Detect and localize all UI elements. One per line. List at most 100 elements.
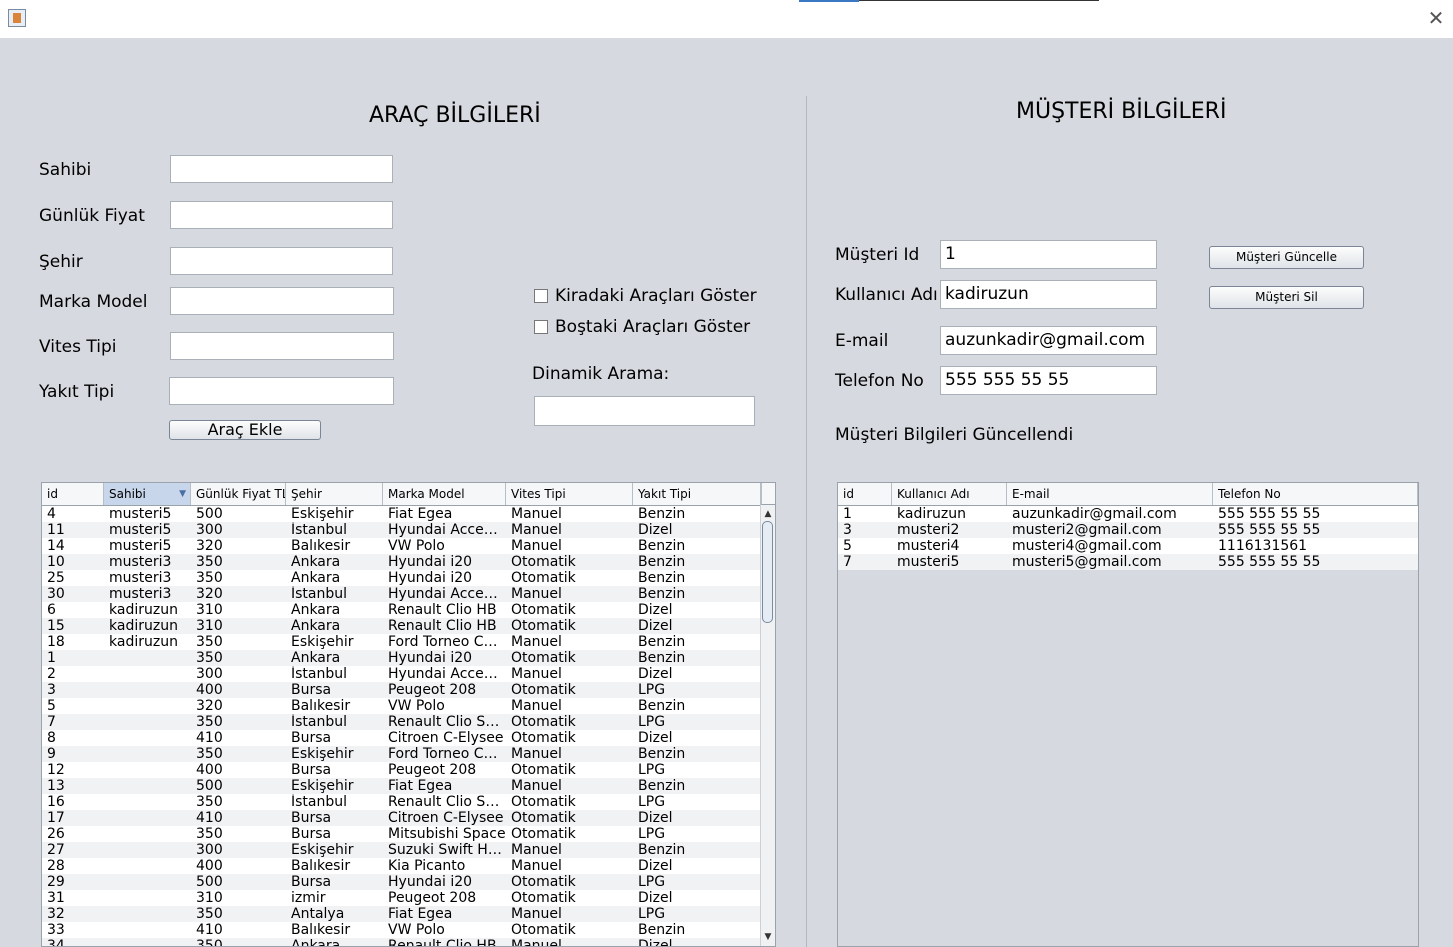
table-row[interactable]: 8 410 Bursa Citroen C-Elysee Otomatik Dizel (42, 730, 761, 746)
table-row[interactable]: 6 kadiruzun 310 Ankara Renault Clio HB Otomat… (42, 602, 761, 618)
cell-fuel: LPG (638, 874, 666, 890)
table-row[interactable]: 29 500 Bursa Hyundai i20 Otomatik LPG (42, 874, 761, 890)
table-row[interactable]: 3 400 Bursa Peugeot 208 Otomatik LPG (42, 682, 761, 698)
table-row[interactable]: 25 musteri3 350 Ankara Hyundai i20 Otomatik Be… (42, 570, 761, 586)
checkbox-box[interactable] (534, 320, 548, 334)
table-row[interactable]: 7 350 İstanbul Renault Clio Symbol Otomatik L… (42, 714, 761, 730)
cell-brand-model: Fiat Egea (388, 778, 453, 794)
cell-daily-price: 320 (196, 538, 223, 554)
scroll-up-icon[interactable]: ▲ (761, 507, 775, 521)
show-rented-checkbox[interactable]: Kiradaki Araçları Göster (534, 286, 757, 306)
table-row[interactable]: 9 350 Eskişehir Ford Torneo Courier Manuel Be… (42, 746, 761, 762)
city-label: Şehir (39, 252, 83, 272)
table-row[interactable]: 14 musteri5 320 Balıkesir VW Polo Manuel Benzi… (42, 538, 761, 554)
cell-brand-model: Ford Torneo Courier (388, 634, 506, 650)
vehicle-table-scrollbar[interactable]: ▲ ▼ (760, 505, 775, 946)
cell-daily-price: 500 (196, 874, 223, 890)
col-header-daily-price[interactable]: Günlük Fiyat TL (191, 483, 286, 505)
username-field[interactable]: kadiruzun (940, 280, 1157, 309)
gear-field[interactable] (170, 332, 394, 360)
table-row[interactable]: 33 410 Balıkesir VW Polo Otomatik Benzin (42, 922, 761, 938)
daily-price-field[interactable] (170, 201, 393, 229)
table-row[interactable]: 5 musteri4 musteri4@gmail.com 1116131561 (838, 538, 1418, 554)
col-header-gear[interactable]: Vites Tipi (506, 483, 633, 505)
col-header-phone[interactable]: Telefon No (1213, 483, 1418, 505)
add-vehicle-button[interactable]: Araç Ekle (169, 420, 321, 440)
cell-daily-price: 310 (196, 890, 223, 906)
col-header-owner[interactable]: Sahibi ▼ (104, 483, 191, 505)
table-row[interactable]: 13 500 Eskişehir Fiat Egea Manuel Benzin (42, 778, 761, 794)
cell-username: musteri2 (897, 522, 960, 538)
table-row[interactable]: 11 musteri5 300 İstanbul Hyundai Accent Blue… (42, 522, 761, 538)
cell-brand-model: Citroen C-Elysee (388, 730, 504, 746)
close-icon[interactable]: ✕ (1424, 6, 1448, 30)
cell-gear: Manuel (511, 634, 562, 650)
checkbox-box[interactable] (534, 289, 548, 303)
table-row[interactable]: 5 320 Balıkesir VW Polo Manuel Benzin (42, 698, 761, 714)
table-row[interactable]: 4 musteri5 500 Eskişehir Fiat Egea Manuel Benz… (42, 506, 761, 522)
table-row[interactable]: 32 350 Antalya Fiat Egea Manuel LPG (42, 906, 761, 922)
col-header-fuel[interactable]: Yakıt Tipi (633, 483, 761, 505)
cell-daily-price: 350 (196, 714, 223, 730)
table-row[interactable]: 26 350 Bursa Mitsubishi Space Otomatik LPG (42, 826, 761, 842)
table-row[interactable]: 27 300 Eskişehir Suzuki Swift Hybrid Manuel B… (42, 842, 761, 858)
table-row[interactable]: 7 musteri5 musteri5@gmail.com 555 555 55 55 (838, 554, 1418, 570)
table-row[interactable]: 30 musteri3 320 İstanbul Hyundai Accent Blue… (42, 586, 761, 602)
cell-brand-model: Renault Clio HB (388, 618, 497, 634)
table-row[interactable]: 12 400 Bursa Peugeot 208 Otomatik LPG (42, 762, 761, 778)
city-field[interactable] (170, 247, 393, 275)
cell-city: Bursa (291, 874, 332, 890)
scrollbar-thumb[interactable] (762, 521, 773, 623)
table-header-corner (761, 483, 775, 505)
cell-fuel: Dizel (638, 938, 673, 947)
cell-daily-price: 500 (196, 778, 223, 794)
table-row[interactable]: 3 musteri2 musteri2@gmail.com 555 555 55 55 (838, 522, 1418, 538)
table-row[interactable]: 17 410 Bursa Citroen C-Elysee Otomatik Dizel (42, 810, 761, 826)
cell-email: auzunkadir@gmail.com (1012, 506, 1177, 522)
col-header-email[interactable]: E-mail (1007, 483, 1213, 505)
update-customer-button[interactable]: Müşteri Güncelle (1209, 246, 1364, 269)
table-row[interactable]: 31 310 izmir Peugeot 208 Otomatik Dizel (42, 890, 761, 906)
cell-city: Ankara (291, 650, 341, 666)
col-header-city[interactable]: Şehir (286, 483, 383, 505)
table-row[interactable]: 28 400 Balıkesir Kia Picanto Manuel Dizel (42, 858, 761, 874)
search-label: Dinamik Arama: (532, 364, 670, 384)
vehicle-table[interactable]: id Sahibi ▼ Günlük Fiyat TL Şehir Marka … (41, 482, 776, 947)
table-row[interactable]: 16 350 İstanbul Renault Clio Symbol Otomatik… (42, 794, 761, 810)
fuel-field[interactable] (169, 377, 394, 405)
brand-model-field[interactable] (170, 287, 394, 315)
table-row[interactable]: 1 350 Ankara Hyundai i20 Otomatik Benzin (42, 650, 761, 666)
table-row[interactable]: 1 kadiruzun auzunkadir@gmail.com 555 555 55… (838, 506, 1418, 522)
cell-owner (104, 890, 191, 906)
cell-id: 7 (843, 554, 852, 570)
cell-fuel: Benzin (638, 922, 686, 938)
customer-table[interactable]: id Kullanıcı Adı E-mail Telefon No 1 kadi… (837, 482, 1419, 947)
delete-customer-button[interactable]: Müşteri Sil (1209, 286, 1364, 309)
table-row[interactable]: 10 musteri3 350 Ankara Hyundai i20 Otomatik Be… (42, 554, 761, 570)
table-row[interactable]: 2 300 İstanbul Hyundai Accent Blue Manuel Diz… (42, 666, 761, 682)
scroll-down-icon[interactable]: ▼ (761, 930, 775, 944)
col-header-brand-model[interactable]: Marka Model (383, 483, 506, 505)
show-idle-checkbox[interactable]: Boştaki Araçları Göster (534, 317, 750, 337)
cell-daily-price: 310 (196, 602, 223, 618)
search-input[interactable] (534, 396, 755, 426)
cell-id: 14 (47, 538, 65, 554)
table-row[interactable]: 18 kadiruzun 350 Eskişehir Ford Torneo Couri… (42, 634, 761, 650)
table-row[interactable]: 34 350 Ankara Renault Clio HB Manuel Dizel (42, 938, 761, 947)
cell-city: Ankara (291, 554, 341, 570)
cell-id: 5 (47, 698, 56, 714)
email-field[interactable]: auzunkadir@gmail.com (940, 326, 1157, 355)
cell-owner (104, 778, 191, 794)
cell-owner: musteri5 (109, 506, 172, 522)
col-header-id[interactable]: id (838, 483, 892, 505)
customer-id-field[interactable]: 1 (940, 240, 1157, 269)
cell-gear: Manuel (511, 666, 562, 682)
col-header-id[interactable]: id (42, 483, 104, 505)
table-row[interactable]: 15 kadiruzun 310 Ankara Renault Clio HB Otoma… (42, 618, 761, 634)
phone-field[interactable]: 555 555 55 55 (940, 366, 1157, 395)
owner-field[interactable] (170, 155, 393, 183)
status-message: Müşteri Bilgileri Güncellendi (835, 425, 1074, 445)
cell-owner (104, 858, 191, 874)
cell-brand-model: Ford Torneo Courier (388, 746, 506, 762)
col-header-username[interactable]: Kullanıcı Adı (892, 483, 1007, 505)
